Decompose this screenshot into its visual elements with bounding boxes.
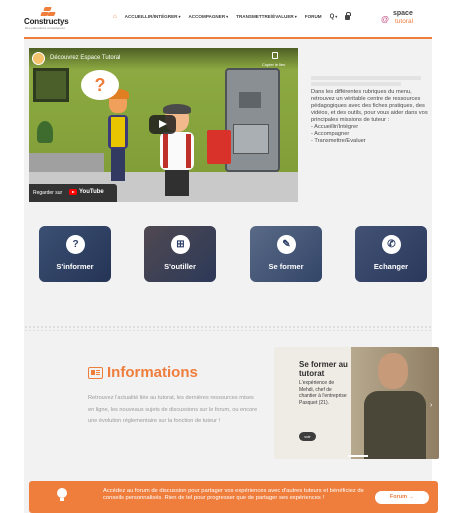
scene-plant [37, 121, 53, 143]
watch-on-label: Regarder sur [33, 190, 63, 196]
scene-window [33, 68, 69, 102]
nav-item-transmettre[interactable]: TRANSMETTRE/ÉVALUER▾ [236, 14, 297, 19]
forum-banner-text: Accédez au forum de discussion pour part… [103, 488, 364, 501]
voir-button[interactable]: voir [299, 432, 316, 441]
espace-tutoral-logo[interactable]: @ space tutoral [381, 9, 421, 31]
nav-item-accompagner[interactable]: ACCOMPAGNER▾ [188, 14, 228, 19]
espace-logo-word: space [393, 10, 413, 17]
toolbox-icon: ⊞ [171, 235, 190, 254]
scene-machine [225, 68, 280, 172]
question-bubble: ? [81, 70, 119, 100]
forum-banner: Accédez au forum de discussion pour part… [29, 481, 438, 513]
page: Constructys Des partenaires compétences … [0, 0, 456, 513]
carousel-description: L'expérience de Mehdi, chef de chantier … [299, 380, 347, 407]
search-button[interactable]: Q▾ [330, 14, 338, 20]
nav-item-forum[interactable]: FORUM [305, 14, 322, 19]
logo-text: Constructys [24, 17, 69, 26]
char-straps [163, 134, 191, 168]
copy-link-icon[interactable] [272, 52, 278, 59]
search-icon: Q [329, 13, 335, 20]
category-card-sinformer[interactable]: ? S'informer [39, 226, 111, 282]
youtube-video-player[interactable]: ? Découvrez Espace Tutoral Copier le lie… [29, 48, 298, 202]
carousel-title: Se former au tutorat [299, 360, 348, 378]
site-header: Constructys Des partenaires compétences … [0, 0, 456, 36]
newspaper-icon [88, 367, 103, 379]
logo-mark-icon [40, 7, 56, 16]
machine-panel [233, 124, 269, 154]
card-label: S'informer [56, 262, 94, 271]
card-label: Se former [268, 262, 304, 271]
channel-avatar[interactable] [32, 52, 45, 65]
main-nav: ⌂ ACCUEILLIR/INTÉGRER▾ ACCOMPAGNER▾ TRAN… [113, 12, 352, 20]
dotted-separator [24, 325, 432, 331]
youtube-wordmark: YouTube [79, 189, 104, 195]
forum-button[interactable]: Forum → [375, 491, 429, 504]
mission-item: - Transmettre/Evaluer [311, 138, 366, 144]
espace-logo-mark: @ [381, 15, 389, 24]
machine-slot [239, 92, 261, 108]
chevron-down-icon: ▾ [335, 13, 338, 19]
chevron-down-icon: ▾ [178, 14, 181, 19]
person-body [364, 391, 426, 459]
informations-text: Retrouvez l'actualité liée au tutorat, l… [88, 395, 258, 424]
carousel-progress [348, 455, 368, 457]
home-icon[interactable]: ⌂ [113, 14, 117, 20]
category-card-echanger[interactable]: ✆ Echanger [355, 226, 427, 282]
constructys-logo[interactable]: Constructys Des partenaires compétences [24, 7, 72, 31]
watch-on-youtube-button[interactable]: Regarder sur YouTube [29, 184, 117, 202]
intro-text: Dans les différentes rubriques du menu, … [311, 89, 433, 145]
faded-heading-line [311, 76, 421, 80]
char-legs [111, 149, 125, 181]
chevron-right-icon[interactable]: › [430, 402, 432, 409]
question-icon: ? [66, 235, 85, 254]
informations-title: Informations [107, 364, 198, 381]
lock-icon[interactable] [345, 12, 352, 20]
mission-item: - Accueillir/Intégrer [311, 124, 359, 130]
card-label: Echanger [373, 262, 409, 271]
character-apprentice [107, 89, 129, 183]
mission-item: - Accompagner [311, 131, 350, 137]
chat-icon: ✆ [382, 235, 401, 254]
youtube-icon [69, 189, 77, 195]
video-title[interactable]: Découvrez Espace Tutoral [50, 55, 120, 61]
play-button[interactable] [149, 115, 176, 134]
scene-bin [207, 130, 231, 164]
espace-logo-sub: tutoral [395, 18, 414, 25]
category-card-seformer[interactable]: ✎ Se former [250, 226, 322, 282]
copy-link-label[interactable]: Copier le lien [262, 62, 285, 67]
category-card-soutiller[interactable]: ⊞ S'outiller [144, 226, 216, 282]
card-label: S'outiller [164, 262, 196, 271]
char-legs [165, 170, 189, 196]
certificate-icon: ✎ [277, 235, 296, 254]
person-head [378, 353, 408, 389]
char-vest [111, 117, 125, 147]
chevron-down-icon: ▾ [226, 14, 229, 19]
faded-heading-line [311, 82, 401, 86]
intro-paragraph: Dans les différentes rubriques du menu, … [311, 89, 428, 123]
chevron-down-icon: ▾ [294, 14, 297, 19]
char-hair [163, 104, 191, 114]
news-carousel[interactable]: Se former au tutorat L'expérience de Meh… [274, 347, 439, 459]
nav-item-accueillir[interactable]: ACCUEILLIR/INTÉGRER▾ [125, 14, 181, 19]
lightbulb-icon [57, 488, 67, 501]
logo-tagline: Des partenaires compétences [25, 26, 65, 30]
